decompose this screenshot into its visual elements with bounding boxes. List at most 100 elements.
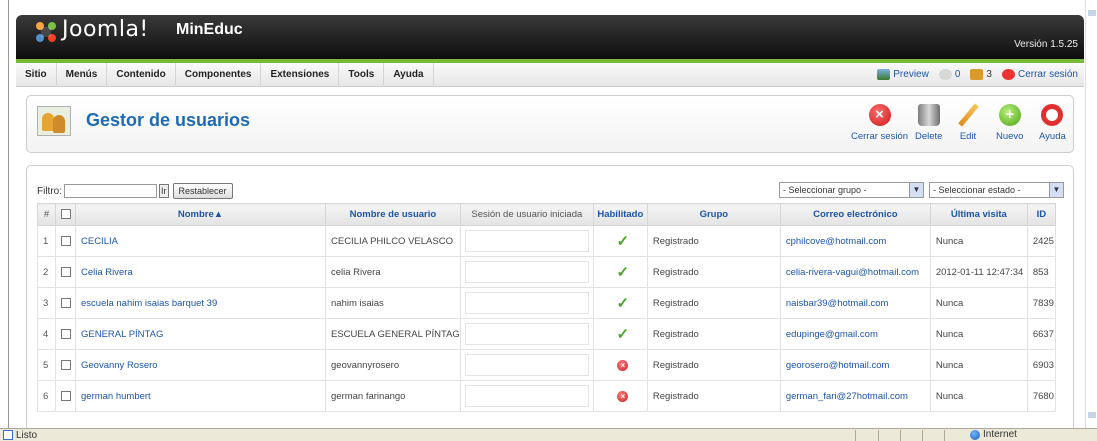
username-cell: celia Rivera bbox=[325, 256, 461, 288]
status-zone: Internet bbox=[970, 429, 1017, 440]
user-name-link[interactable]: escuela nahim isaias barquet 39 bbox=[75, 287, 326, 319]
reset-button[interactable]: Restablecer bbox=[172, 183, 233, 199]
enabled-toggle[interactable]: ✓ bbox=[592, 318, 648, 350]
id-cell: 6903 bbox=[1026, 349, 1056, 381]
group-cell: Registrado bbox=[646, 380, 781, 412]
trash-icon bbox=[917, 104, 940, 126]
user-name-link[interactable]: GENERAL PÍNTAG bbox=[75, 318, 326, 350]
edit-button[interactable]: Edit bbox=[957, 104, 979, 142]
user-name-link[interactable]: Celia Rivera bbox=[75, 256, 326, 288]
user-name-link[interactable]: Geovanny Rosero bbox=[75, 349, 326, 381]
row-select[interactable] bbox=[55, 287, 76, 319]
table-row: 3 escuela nahim isaias barquet 39 nahim … bbox=[37, 287, 1056, 319]
window-border bbox=[8, 0, 9, 428]
group-cell: Registrado bbox=[646, 287, 781, 319]
username-cell: nahim isaias bbox=[325, 287, 461, 319]
menu-menus[interactable]: Menús bbox=[57, 62, 108, 87]
lifebuoy-icon bbox=[1041, 104, 1064, 126]
row-checkbox[interactable] bbox=[61, 235, 71, 246]
enabled-toggle[interactable]: ✓ bbox=[592, 256, 648, 288]
email-link[interactable]: celia-rivera-vagui@hotmail.com bbox=[779, 256, 931, 288]
row-checkbox[interactable] bbox=[61, 328, 71, 339]
row-select[interactable] bbox=[55, 225, 76, 257]
user-name-link[interactable]: CECILIA bbox=[75, 225, 326, 257]
row-checkbox[interactable] bbox=[61, 359, 71, 370]
user-manager-icon bbox=[37, 106, 71, 136]
enabled-toggle[interactable]: × bbox=[592, 380, 648, 412]
col-name[interactable]: Nombre▲ bbox=[75, 203, 326, 226]
browser-status-bar: Listo Internet bbox=[0, 428, 1097, 441]
email-link[interactable]: edupinge@gmail.com bbox=[779, 318, 931, 350]
menu-tools[interactable]: Tools bbox=[339, 62, 385, 87]
row-number: 5 bbox=[37, 349, 56, 381]
menu-contenido[interactable]: Contenido bbox=[107, 62, 176, 87]
email-link[interactable]: german_fari@27hotmail.com bbox=[779, 380, 931, 412]
go-button[interactable]: Ir bbox=[159, 184, 169, 198]
group-select[interactable]: - Seleccionar grupo - ▼ bbox=[779, 182, 924, 198]
row-select[interactable] bbox=[55, 349, 76, 381]
menu-sitio[interactable]: Sitio bbox=[16, 62, 57, 87]
vertical-scrollbar[interactable] bbox=[1085, 0, 1097, 428]
preview-link[interactable]: Preview bbox=[877, 69, 929, 80]
email-link[interactable]: georosero@hotmail.com bbox=[779, 349, 931, 381]
content-panel: Filtro: Ir Restablecer - Seleccionar gru… bbox=[26, 165, 1074, 428]
row-checkbox[interactable] bbox=[61, 266, 71, 277]
enabled-toggle[interactable]: ✓ bbox=[592, 225, 648, 257]
select-all-checkbox[interactable] bbox=[60, 209, 71, 220]
logout-users-button[interactable]: × Cerrar sesión bbox=[851, 104, 908, 142]
logged-in-cell bbox=[459, 287, 594, 319]
col-logged-in: Sesión de usuario iniciada bbox=[459, 203, 594, 226]
menu-ayuda[interactable]: Ayuda bbox=[384, 62, 434, 87]
row-checkbox[interactable] bbox=[61, 390, 71, 401]
enabled-toggle[interactable]: ✓ bbox=[592, 287, 648, 319]
logged-in-cell bbox=[459, 225, 594, 257]
filter-label: Filtro: bbox=[37, 185, 62, 197]
chevron-down-icon: ▼ bbox=[1049, 183, 1063, 197]
users-table: # Nombre▲ Nombre de usuario Sesión de us… bbox=[37, 203, 1056, 412]
username-cell: german farinango bbox=[325, 380, 461, 412]
user-name-link[interactable]: german humbert bbox=[75, 380, 326, 412]
row-number: 6 bbox=[37, 380, 56, 412]
logged-in-cell bbox=[459, 318, 594, 350]
filter-input[interactable] bbox=[64, 184, 157, 198]
last-visit-cell: 2012-01-11 12:47:34 bbox=[929, 256, 1028, 288]
blocked-icon: × bbox=[617, 359, 629, 371]
last-visit-cell: Nunca bbox=[929, 225, 1028, 257]
username-cell: CECILIA PHILCO VELASCO bbox=[325, 225, 461, 257]
logout-link[interactable]: Cerrar sesión bbox=[1001, 69, 1078, 80]
email-link[interactable]: naisbar39@hotmail.com bbox=[779, 287, 931, 319]
users-icon bbox=[970, 69, 984, 80]
row-select[interactable] bbox=[55, 380, 76, 412]
last-visit-cell: Nunca bbox=[929, 318, 1028, 350]
page-toolbar: Gestor de usuarios × Cerrar sesión Delet… bbox=[26, 95, 1074, 153]
col-username[interactable]: Nombre de usuario bbox=[325, 203, 461, 226]
group-cell: Registrado bbox=[646, 318, 781, 350]
col-id[interactable]: ID bbox=[1026, 203, 1056, 226]
col-number: # bbox=[37, 203, 56, 226]
page-title: Gestor de usuarios bbox=[86, 110, 251, 130]
help-button[interactable]: Ayuda bbox=[1039, 104, 1066, 142]
logged-in-cell bbox=[459, 380, 594, 412]
last-visit-cell: Nunca bbox=[929, 287, 1028, 319]
enabled-toggle[interactable]: × bbox=[592, 349, 648, 381]
menu-extensiones[interactable]: Extensiones bbox=[261, 62, 340, 87]
row-checkbox[interactable] bbox=[61, 297, 71, 308]
col-select-all[interactable] bbox=[55, 203, 76, 226]
col-enabled[interactable]: Habilitado bbox=[592, 203, 648, 226]
messages-count[interactable]: 0 bbox=[938, 69, 960, 80]
state-select[interactable]: - Seleccionar estado - ▼ bbox=[929, 182, 1064, 198]
col-email[interactable]: Correo electrónico bbox=[779, 203, 931, 226]
username-cell: ESCUELA GENERAL PÍNTAG bbox=[325, 318, 461, 350]
new-button[interactable]: + Nuevo bbox=[996, 104, 1023, 142]
id-cell: 7839 bbox=[1026, 287, 1056, 319]
col-group[interactable]: Grupo bbox=[646, 203, 781, 226]
col-last-visit[interactable]: Última visita bbox=[929, 203, 1028, 226]
row-select[interactable] bbox=[55, 318, 76, 350]
delete-button[interactable]: Delete bbox=[915, 104, 942, 142]
row-select[interactable] bbox=[55, 256, 76, 288]
logout-icon bbox=[1001, 69, 1015, 80]
email-link[interactable]: cphilcove@hotmail.com bbox=[779, 225, 931, 257]
message-icon bbox=[938, 69, 952, 80]
version-label: Versión 1.5.25 bbox=[1014, 39, 1078, 50]
menu-componentes[interactable]: Componentes bbox=[176, 62, 262, 87]
